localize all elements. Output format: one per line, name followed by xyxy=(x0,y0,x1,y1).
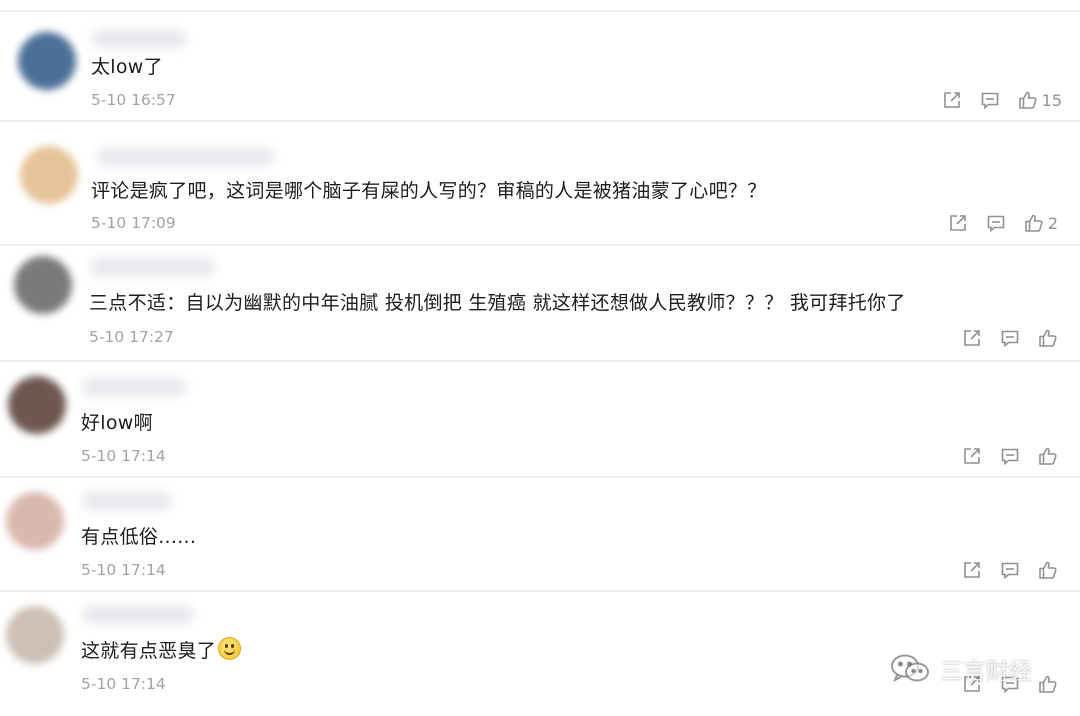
share-button[interactable] xyxy=(962,328,982,348)
avatar[interactable] xyxy=(20,146,78,204)
share-button[interactable] xyxy=(962,446,982,466)
like-button[interactable] xyxy=(1038,328,1062,348)
reply-button[interactable] xyxy=(980,90,1000,110)
smiley-emoji-icon xyxy=(218,637,242,660)
comment-icon xyxy=(1000,328,1020,348)
username-redacted xyxy=(92,30,187,48)
comment-item: 有点低俗...... 5-10 17:14 xyxy=(0,478,1080,592)
reply-button[interactable] xyxy=(1000,328,1020,348)
like-button[interactable] xyxy=(1038,674,1062,694)
username-redacted xyxy=(82,492,172,510)
comment-time: 5-10 17:09 xyxy=(91,214,176,232)
like-button[interactable] xyxy=(1038,560,1062,580)
like-count: 2 xyxy=(1047,213,1058,233)
comment-text-content: 这就有点恶臭了 xyxy=(81,640,217,662)
avatar[interactable] xyxy=(8,376,66,434)
thumbs-up-icon xyxy=(1038,446,1058,466)
username-redacted xyxy=(82,378,186,396)
comment-time: 5-10 17:14 xyxy=(81,561,166,579)
comment-text: 这就有点恶臭了 xyxy=(81,636,242,663)
comment-actions xyxy=(962,560,1062,580)
comment-text: 有点低俗...... xyxy=(81,526,197,548)
share-icon xyxy=(962,560,982,580)
share-icon xyxy=(942,90,962,110)
comment-actions: 15 xyxy=(942,90,1062,110)
share-button[interactable] xyxy=(942,90,962,110)
username-redacted xyxy=(90,258,215,276)
comment-icon xyxy=(1000,560,1020,580)
reply-button[interactable] xyxy=(1000,560,1020,580)
share-icon xyxy=(962,446,982,466)
like-button[interactable] xyxy=(1038,446,1062,466)
like-button[interactable]: 15 xyxy=(1018,90,1062,110)
comment-actions xyxy=(962,328,1062,348)
reply-button[interactable] xyxy=(986,213,1006,233)
username-redacted xyxy=(82,606,194,624)
comment-text: 评论是疯了吧，这词是哪个脑子有屎的人写的？审稿的人是被猪油蒙了心吧？？ xyxy=(91,180,767,202)
thumbs-up-icon xyxy=(1038,560,1058,580)
avatar[interactable] xyxy=(6,492,64,550)
share-icon xyxy=(962,328,982,348)
thumbs-up-icon xyxy=(1024,213,1044,233)
reply-button[interactable] xyxy=(1000,446,1020,466)
like-count: 15 xyxy=(1041,90,1062,110)
comment-text: 太low了 xyxy=(91,56,163,78)
avatar[interactable] xyxy=(18,32,76,90)
comment-item: 太low了 5-10 16:57 15 xyxy=(0,10,1080,122)
watermark: 三言财经 xyxy=(888,652,1032,686)
comment-icon xyxy=(1000,446,1020,466)
avatar[interactable] xyxy=(6,606,64,664)
comment-text: 好low啊 xyxy=(81,412,153,434)
comment-time: 5-10 17:14 xyxy=(81,447,166,465)
share-icon xyxy=(948,213,968,233)
comment-time: 5-10 17:14 xyxy=(81,675,166,693)
comment-item: 评论是疯了吧，这词是哪个脑子有屎的人写的？审稿的人是被猪油蒙了心吧？？ 5-10… xyxy=(0,126,1080,246)
comment-time: 5-10 17:27 xyxy=(89,328,174,346)
comment-item: 好low啊 5-10 17:14 xyxy=(0,364,1080,478)
comment-time: 5-10 16:57 xyxy=(91,91,176,109)
comment-actions xyxy=(962,446,1062,466)
wechat-logo-icon xyxy=(888,652,932,686)
username-redacted xyxy=(96,148,274,166)
thumbs-up-icon xyxy=(1018,90,1038,110)
watermark-label: 三言财经 xyxy=(940,659,1032,685)
comment-item: 三点不适：自以为幽默的中年油腻 投机倒把 生殖癌 就这样还想做人民教师？？？ 我… xyxy=(0,246,1080,362)
like-button[interactable]: 2 xyxy=(1024,213,1058,233)
comment-actions: 2 xyxy=(948,213,1058,233)
comment-icon xyxy=(980,90,1000,110)
comment-text: 三点不适：自以为幽默的中年油腻 投机倒把 生殖癌 就这样还想做人民教师？？？ 我… xyxy=(89,292,906,314)
share-button[interactable] xyxy=(948,213,968,233)
thumbs-up-icon xyxy=(1038,674,1058,694)
share-button[interactable] xyxy=(962,560,982,580)
thumbs-up-icon xyxy=(1038,328,1058,348)
avatar[interactable] xyxy=(14,256,72,314)
comment-icon xyxy=(986,213,1006,233)
